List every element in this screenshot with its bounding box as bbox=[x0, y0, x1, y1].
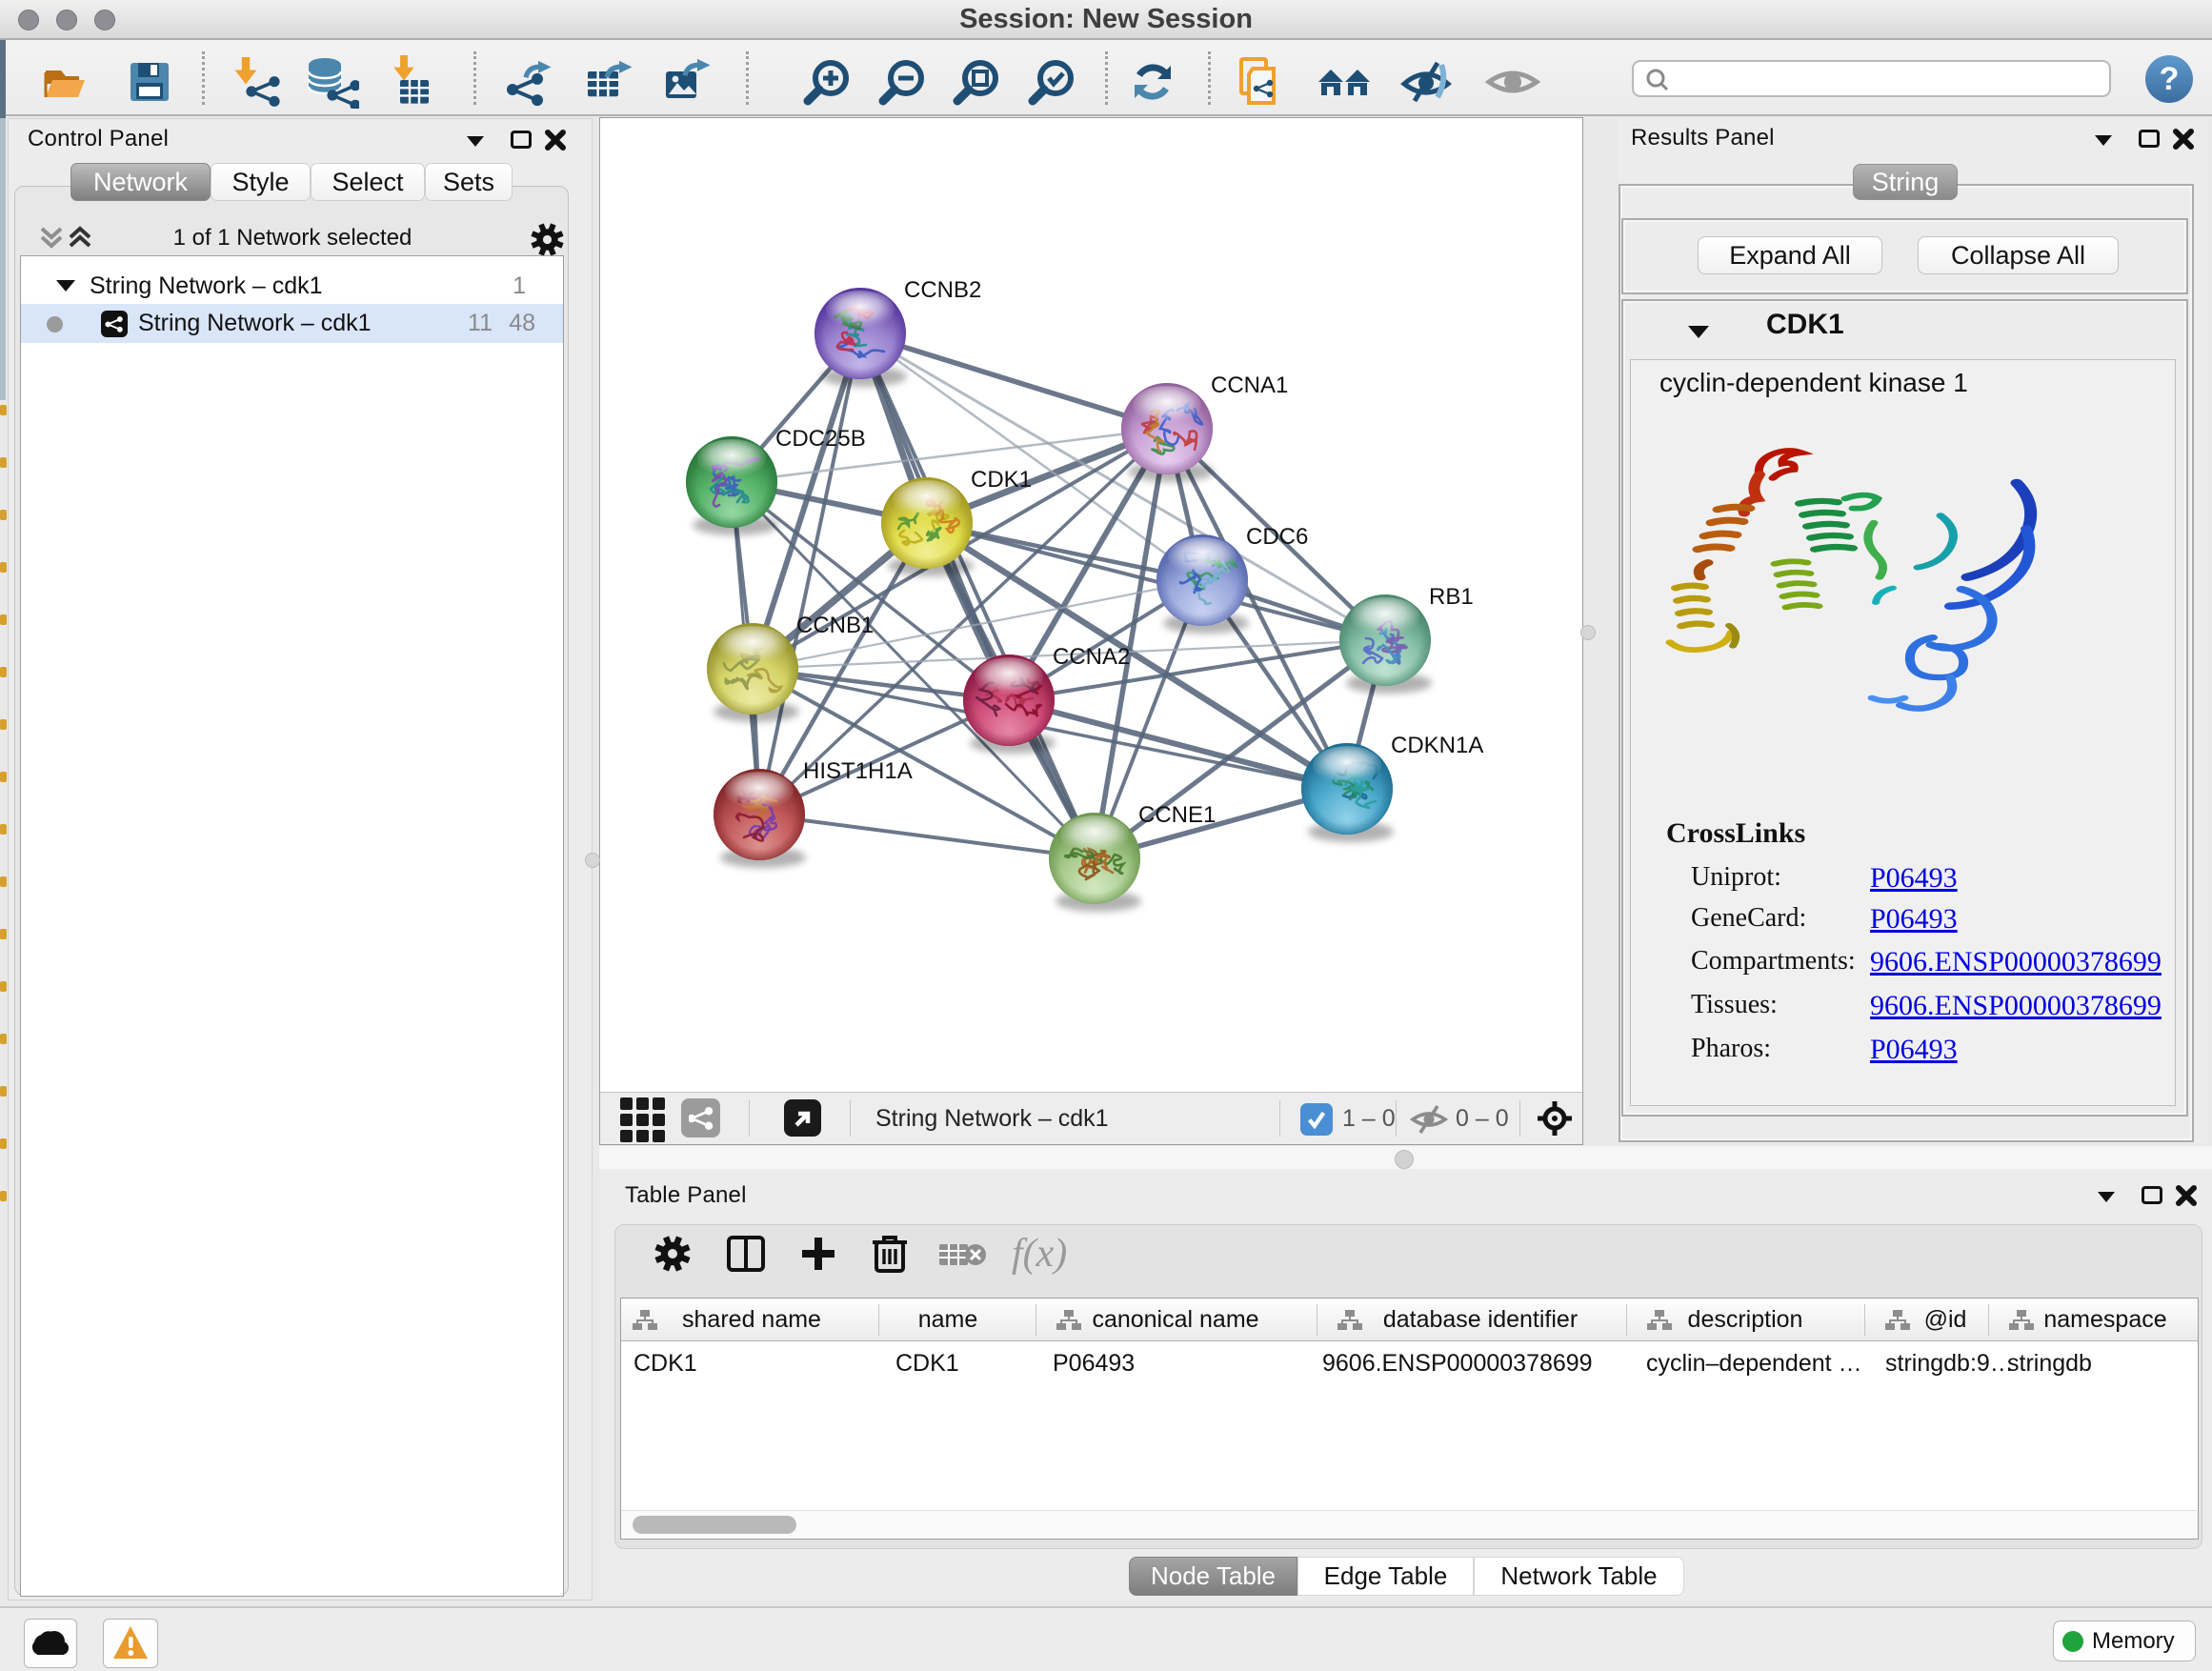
svg-text:CDC25B: CDC25B bbox=[775, 426, 866, 452]
svg-text:CCNB1: CCNB1 bbox=[796, 613, 874, 638]
svg-text:CDC6: CDC6 bbox=[1246, 524, 1308, 550]
svg-text:CCNB2: CCNB2 bbox=[904, 277, 981, 303]
svg-text:HIST1H1A: HIST1H1A bbox=[803, 758, 913, 784]
svg-text:CDKN1A: CDKN1A bbox=[1391, 733, 1483, 758]
svg-text:CCNA2: CCNA2 bbox=[1053, 644, 1130, 670]
svg-text:RB1: RB1 bbox=[1429, 584, 1474, 610]
svg-text:CCNE1: CCNE1 bbox=[1138, 802, 1216, 828]
svg-text:CCNA1: CCNA1 bbox=[1211, 372, 1288, 398]
svg-text:CDK1: CDK1 bbox=[971, 467, 1032, 493]
